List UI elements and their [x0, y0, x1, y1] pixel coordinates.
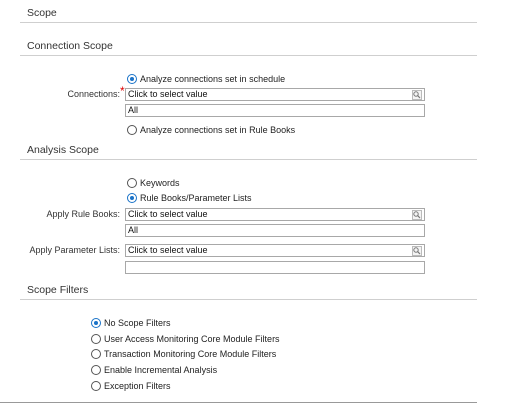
analysis-scope-title: Analysis Scope [27, 144, 99, 156]
connections-value: All [125, 104, 425, 117]
rule-books-select-placeholder: Click to select value [128, 209, 208, 219]
radio-analyze-schedule[interactable]: Analyze connections set in schedule [127, 73, 285, 85]
connection-scope-title: Connection Scope [27, 40, 113, 52]
analysis-scope-divider [20, 159, 477, 160]
bottom-border [0, 402, 477, 403]
rule-books-value: All [125, 224, 425, 237]
radio-exception-filters-label: Exception Filters [104, 381, 171, 391]
param-lists-select-placeholder: Click to select value [128, 245, 208, 255]
connections-select-placeholder: Click to select value [128, 89, 208, 99]
radio-unselected-icon [91, 381, 101, 391]
radio-no-scope-filters[interactable]: No Scope Filters [91, 317, 171, 329]
rule-books-select[interactable]: Click to select value [125, 208, 425, 221]
radio-analyze-rule-books[interactable]: Analyze connections set in Rule Books [127, 124, 295, 136]
search-icon[interactable] [412, 90, 422, 100]
radio-exception-filters[interactable]: Exception Filters [91, 380, 171, 392]
param-lists-select[interactable]: Click to select value [125, 244, 425, 257]
search-icon[interactable] [412, 246, 422, 256]
scope-filters-title: Scope Filters [27, 284, 89, 296]
scope-filters-divider [20, 299, 477, 300]
radio-keywords[interactable]: Keywords [127, 177, 180, 189]
required-marker: * [120, 84, 125, 98]
param-lists-value [125, 261, 425, 274]
radio-unselected-icon [127, 178, 137, 188]
radio-user-access-filters[interactable]: User Access Monitoring Core Module Filte… [91, 333, 280, 345]
radio-transaction-filters-label: Transaction Monitoring Core Module Filte… [104, 349, 277, 359]
radio-no-scope-filters-label: No Scope Filters [104, 318, 171, 328]
apply-rule-books-label: Apply Rule Books: [46, 209, 120, 219]
radio-selected-icon [127, 74, 137, 84]
radio-analyze-schedule-label: Analyze connections set in schedule [140, 74, 286, 84]
radio-selected-icon [127, 193, 137, 203]
radio-user-access-filters-label: User Access Monitoring Core Module Filte… [104, 334, 280, 344]
radio-rule-books-params-label: Rule Books/Parameter Lists [140, 193, 252, 203]
radio-unselected-icon [91, 349, 101, 359]
radio-unselected-icon [91, 334, 101, 344]
radio-analyze-rule-books-label: Analyze connections set in Rule Books [140, 125, 296, 135]
connections-label: Connections: [67, 89, 120, 99]
radio-incremental-analysis-label: Enable Incremental Analysis [104, 365, 218, 375]
connections-select[interactable]: Click to select value [125, 88, 425, 101]
scope-title: Scope [27, 7, 57, 19]
radio-incremental-analysis[interactable]: Enable Incremental Analysis [91, 364, 217, 376]
radio-selected-icon [91, 318, 101, 328]
radio-rule-books-params[interactable]: Rule Books/Parameter Lists [127, 192, 252, 204]
radio-unselected-icon [91, 365, 101, 375]
scope-divider [20, 22, 477, 23]
search-icon[interactable] [412, 210, 422, 220]
radio-keywords-label: Keywords [140, 178, 180, 188]
connection-scope-divider [20, 55, 477, 56]
radio-transaction-filters[interactable]: Transaction Monitoring Core Module Filte… [91, 348, 276, 360]
apply-param-lists-label: Apply Parameter Lists: [29, 245, 120, 255]
radio-unselected-icon [127, 125, 137, 135]
